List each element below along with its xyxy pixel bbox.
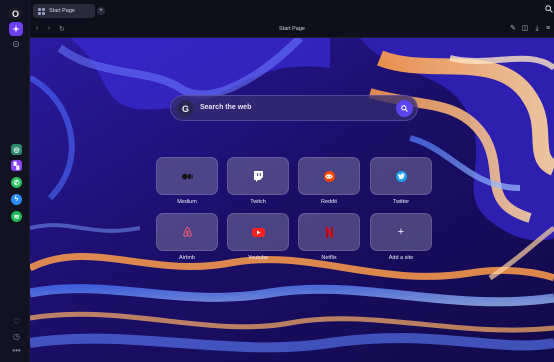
speed-dial-medium[interactable] bbox=[156, 157, 218, 195]
history-icon[interactable]: ◷ bbox=[11, 331, 22, 342]
web-search-box[interactable]: G Search the web bbox=[170, 95, 418, 121]
add-panel-button[interactable]: ⊙ bbox=[10, 38, 22, 50]
speed-dial-netflix[interactable] bbox=[298, 213, 360, 251]
speed-dial-label: Youtube bbox=[248, 255, 268, 261]
speed-dial-label: Add a site bbox=[388, 255, 414, 261]
speed-dial-youtube[interactable] bbox=[227, 213, 289, 251]
tab-label: Start Page bbox=[49, 8, 75, 14]
opera-logo-icon[interactable]: O bbox=[9, 7, 22, 20]
start-page: G Search the web Medium Twitch Reddit Tw… bbox=[30, 38, 554, 362]
medium-icon bbox=[181, 171, 193, 182]
speed-dial-label: Airbnb bbox=[179, 255, 195, 261]
search-icon bbox=[401, 105, 408, 112]
speed-dial-label: Netflix bbox=[321, 255, 337, 261]
snapshot-icon[interactable]: ◫ bbox=[521, 25, 529, 33]
search-input[interactable]: Search the web bbox=[200, 104, 251, 111]
tab-bar: Start Page + bbox=[30, 0, 554, 22]
spotify-icon[interactable]: ≋ bbox=[11, 211, 22, 222]
speed-dial-icon bbox=[38, 7, 45, 15]
new-tab-button[interactable]: + bbox=[97, 7, 105, 15]
sidebar: O ⊙ ◎ ▚ ✆ ϟ ≋ ♡ ◷ ••• bbox=[0, 0, 30, 362]
google-icon[interactable]: G bbox=[177, 100, 194, 117]
tab-search-icon[interactable] bbox=[545, 5, 553, 15]
speed-dial-twitch[interactable] bbox=[227, 157, 289, 195]
heart-icon[interactable]: ♡ bbox=[11, 316, 22, 327]
chatgpt-icon[interactable]: ◎ bbox=[11, 144, 22, 155]
speed-dial-reddit[interactable] bbox=[298, 157, 360, 195]
speed-dial-label: Medium bbox=[177, 199, 197, 205]
twitter-icon bbox=[395, 170, 407, 182]
speed-dial-twitter[interactable] bbox=[370, 157, 432, 195]
aria-ai-button[interactable] bbox=[9, 22, 23, 36]
address-bar: ‹ › ↻ Start Page ✎ ◫ ⤓ ≡ bbox=[30, 22, 554, 38]
edit-icon[interactable]: ✎ bbox=[509, 25, 517, 33]
url-field[interactable]: Start Page bbox=[30, 26, 554, 32]
download-icon[interactable]: ⤓ bbox=[533, 25, 541, 33]
plus-icon: + bbox=[397, 226, 405, 238]
tab-start-page[interactable]: Start Page bbox=[33, 4, 95, 18]
twitch-sidebar-icon[interactable]: ▚ bbox=[11, 160, 22, 171]
messenger-icon[interactable]: ϟ bbox=[11, 194, 22, 205]
speed-dial-label: Twitter bbox=[392, 199, 410, 205]
youtube-icon bbox=[251, 227, 265, 237]
reddit-icon bbox=[323, 170, 335, 182]
search-button[interactable] bbox=[396, 100, 413, 117]
speed-dial-label: Twitch bbox=[250, 199, 266, 205]
netflix-icon bbox=[324, 226, 335, 238]
menu-icon[interactable]: ≡ bbox=[544, 25, 552, 33]
add-a-site-button[interactable]: + bbox=[370, 213, 432, 251]
aria-sparkle-icon bbox=[12, 25, 20, 33]
twitch-icon bbox=[253, 170, 264, 182]
airbnb-icon bbox=[182, 227, 193, 238]
speed-dial-airbnb[interactable] bbox=[156, 213, 218, 251]
speed-dial-label: Reddit bbox=[321, 199, 337, 205]
whatsapp-icon[interactable]: ✆ bbox=[11, 177, 22, 188]
more-icon[interactable]: ••• bbox=[11, 345, 22, 356]
